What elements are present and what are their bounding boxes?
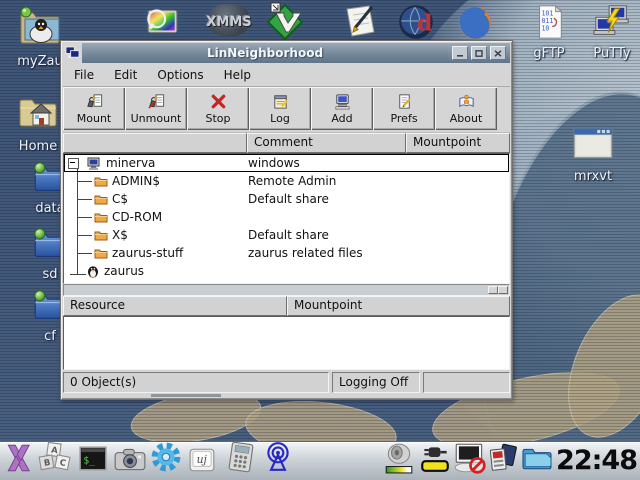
logging-status: Logging Off (332, 372, 420, 393)
home-icon[interactable]: Home (8, 90, 68, 154)
linneighborhood-window: LinNeighborhood File Edit Options Help (60, 40, 513, 400)
window-title: LinNeighborhood (207, 46, 323, 60)
menu-options[interactable]: Options (150, 66, 210, 84)
svg-text:10: 10 (541, 25, 549, 33)
minimize-button[interactable] (452, 46, 468, 60)
mounted-shares-list[interactable] (63, 316, 510, 370)
mounted-column-headers: Resource Mountpoint (63, 296, 510, 316)
close-button[interactable] (490, 46, 506, 60)
tree-row-c-share[interactable]: C$ Default share (64, 190, 509, 208)
menu-edit[interactable]: Edit (107, 66, 144, 84)
putty-label: PuTTy (584, 46, 640, 61)
menu-file[interactable]: File (67, 66, 101, 84)
svg-text:$_: $_ (83, 455, 95, 466)
folder-icon (94, 175, 108, 187)
tray-memory-cards-icon[interactable] (487, 443, 519, 477)
tray-power-icon[interactable] (418, 442, 452, 478)
xmms-logo-text: XMMS (203, 15, 255, 30)
tree-row-x-share[interactable]: X$ Default share (64, 226, 509, 244)
tree-row-admin-share[interactable]: ADMIN$ Remote Admin (64, 172, 509, 190)
stop-button[interactable]: Stop (187, 87, 249, 130)
about-button[interactable]: About (435, 87, 497, 130)
prefs-button[interactable]: Prefs (373, 87, 435, 130)
object-count: 0 Object(s) (63, 372, 329, 393)
taskbar-settings-gear-icon[interactable] (150, 441, 182, 477)
menu-help[interactable]: Help (217, 66, 258, 84)
putty-icon[interactable]: PuTTy (584, 3, 640, 61)
folder-icon (94, 211, 108, 223)
taskbar-camera-icon[interactable] (113, 445, 147, 477)
home-label: Home (8, 139, 68, 154)
column-header-name[interactable] (63, 133, 247, 153)
taskbar-terminal-icon[interactable]: $_ (78, 445, 108, 477)
tray-monitor-blocked-icon[interactable] (452, 442, 488, 478)
mrxvt-label: mrxvt (565, 169, 621, 184)
xmms-icon[interactable]: XMMS (203, 4, 255, 42)
status-spacer (423, 372, 510, 393)
column-header-resource[interactable]: Resource (63, 296, 287, 316)
taskbar-keyboard-key-icon[interactable]: uj (188, 447, 216, 477)
status-bar: 0 Object(s) Logging Off (63, 372, 510, 393)
horizontal-scrollbar[interactable] (63, 284, 510, 296)
taskbar: A B C $_ (0, 442, 640, 480)
column-header-mountpoint-bottom[interactable]: Mountpoint (287, 296, 510, 316)
mrxvt-icon[interactable]: mrxvt (565, 122, 621, 184)
clock: 22:48 (556, 445, 637, 476)
toolbar: Mount Unmount Stop (63, 87, 510, 133)
scroll-right-button[interactable] (498, 286, 508, 294)
log-button[interactable]: Log (249, 87, 311, 130)
tray-folder-icon[interactable] (520, 444, 554, 476)
desktop: XMMS d (0, 0, 640, 480)
tree-column-headers: Comment Mountpoint (63, 133, 510, 153)
computer-icon (87, 157, 102, 170)
mount-button[interactable]: Mount (63, 87, 125, 130)
tree-row-zaurus[interactable]: zaurus (64, 262, 509, 280)
window-bottom-edge[interactable] (63, 394, 510, 397)
svg-text:uj: uj (197, 453, 208, 466)
folder-icon (94, 247, 108, 259)
gftp-icon[interactable]: 101 011 10 gFTP (520, 3, 578, 61)
maximize-button[interactable] (471, 46, 487, 60)
title-bar[interactable]: LinNeighborhood (63, 43, 510, 63)
taskbar-abc-blocks-icon[interactable]: A B C (38, 441, 72, 477)
tree-expander-icon[interactable] (68, 158, 79, 169)
add-button[interactable]: Add (311, 87, 373, 130)
display-settings-icon[interactable] (142, 3, 182, 45)
gftp-label: gFTP (520, 46, 578, 61)
tray-volume-icon[interactable] (383, 442, 415, 478)
tree-row-cdrom-share[interactable]: CD-ROM (64, 208, 509, 226)
svg-text:d: d (417, 10, 432, 36)
taskbar-antenna-icon[interactable] (262, 441, 294, 477)
taskbar-x11-icon[interactable] (6, 443, 32, 477)
scroll-left-button[interactable] (488, 286, 498, 294)
menu-bar: File Edit Options Help (63, 63, 510, 87)
column-header-comment[interactable]: Comment (247, 133, 406, 153)
share-tree: minerva windows ADMIN$ Remote Admin C$ D… (63, 153, 510, 284)
tree-row-minerva[interactable]: minerva windows (64, 154, 509, 172)
column-header-mountpoint[interactable]: Mountpoint (406, 133, 510, 153)
folder-icon (94, 229, 108, 241)
tree-row-zaurus-stuff-share[interactable]: zaurus-stuff zaurus related files (64, 244, 509, 262)
folder-icon (94, 193, 108, 205)
window-icon (63, 43, 82, 63)
unmount-button[interactable]: Unmount (125, 87, 187, 130)
taskbar-pda-icon[interactable] (226, 441, 256, 477)
penguin-icon (86, 264, 100, 278)
